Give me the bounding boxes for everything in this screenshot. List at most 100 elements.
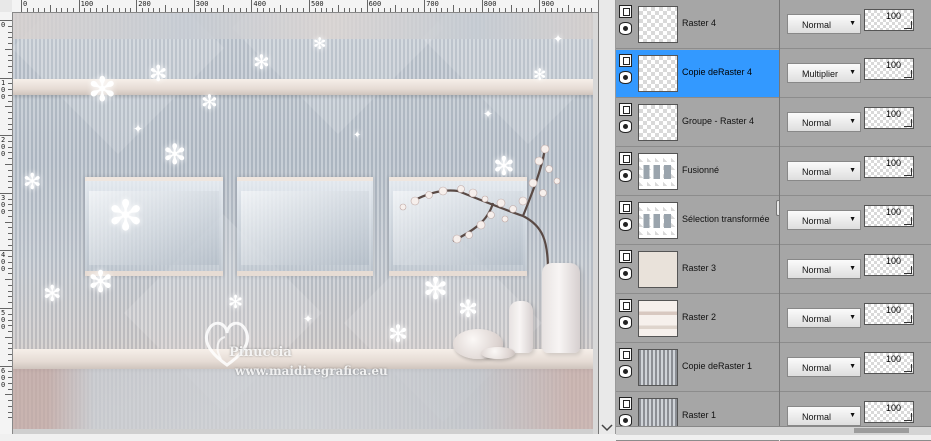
opacity-slider[interactable]: 100 [864, 303, 914, 325]
blend-mode-dropdown[interactable]: Normal ▼ [787, 161, 861, 181]
ruler-minor-tick [8, 187, 12, 189]
eye-icon[interactable] [619, 218, 632, 231]
blend-mode-dropdown[interactable]: Normal ▼ [787, 357, 861, 377]
chevron-down-icon: ▼ [849, 167, 856, 174]
eye-icon[interactable] [619, 71, 632, 84]
layer-row[interactable]: Fusionné [616, 148, 779, 196]
ruler-minor-tick [67, 8, 69, 12]
blend-mode-dropdown[interactable]: Normal ▼ [787, 210, 861, 230]
canvas-image[interactable]: ✻ ✻ ✻ ✻ ✻ ✻ ✻ ✻ ✻ ✻ ✻ ✻ ✻ ✻ ✻ ✻ ✦ ✦ ✦ ✦ … [13, 13, 593, 431]
opacity-slider[interactable]: 100 [864, 352, 914, 374]
layer-name: Raster 3 [682, 263, 717, 273]
ruler-minor-tick [8, 382, 12, 384]
ruler-minor-tick [8, 284, 12, 286]
ruler-label: 400 [253, 0, 267, 8]
ruler-minor-tick [8, 227, 12, 229]
blend-mode-dropdown[interactable]: Normal ▼ [787, 14, 861, 34]
ruler-label: 600 [368, 0, 382, 8]
eye-icon[interactable] [619, 365, 632, 378]
layer-thumbnail [638, 55, 678, 92]
ruler-minor-tick [591, 8, 593, 12]
resize-corner-icon [904, 315, 912, 323]
canvas-horizontal-scrollbar[interactable] [13, 429, 593, 434]
eye-icon[interactable] [619, 22, 632, 35]
opacity-slider[interactable]: 100 [864, 107, 914, 129]
ruler-minor-tick [8, 354, 12, 356]
ruler-minor-tick [453, 5, 454, 12]
ruler-minor-tick [8, 405, 12, 407]
resize-corner-icon [904, 413, 912, 421]
blend-mode-dropdown[interactable]: Normal ▼ [787, 112, 861, 132]
raster-layer-icon [619, 397, 632, 410]
raster-layer-icon [619, 250, 632, 263]
sparkle-icon: ✻ [108, 192, 144, 239]
ruler-minor-tick [8, 60, 12, 62]
layer-row[interactable]: Raster 3 [616, 246, 779, 294]
sparkle-icon: ✻ [23, 169, 42, 194]
ruler-minor-tick [464, 8, 466, 12]
ruler-minor-tick [8, 411, 12, 413]
layer-row[interactable]: Copie deRaster 4 [616, 50, 779, 98]
sparkle-icon: ✦ [483, 107, 494, 121]
ruler-minor-tick [8, 238, 12, 240]
opacity-slider[interactable]: 100 [864, 156, 914, 178]
ruler-tick [539, 0, 541, 12]
opacity-slider[interactable]: 100 [864, 254, 914, 276]
sparkle-icon: ✻ [88, 71, 117, 109]
chevron-down-icon: ▼ [849, 20, 856, 27]
ruler-minor-tick [8, 342, 12, 344]
ruler-tick [251, 0, 253, 12]
ruler-minor-tick [124, 8, 126, 12]
ruler-minor-tick [8, 377, 12, 379]
opacity-slider[interactable]: 100 [864, 58, 914, 80]
eye-icon[interactable] [619, 169, 632, 182]
ruler-minor-tick [8, 43, 12, 45]
ruler-label: 0 [23, 0, 28, 8]
layer-properties-row: Normal ▼ 100 [780, 148, 931, 196]
eye-icon[interactable] [619, 120, 632, 133]
eye-icon[interactable] [619, 316, 632, 329]
blend-mode-dropdown[interactable]: Multiplier ▼ [787, 63, 861, 83]
ruler-minor-tick [38, 8, 40, 12]
opacity-slider[interactable]: 100 [864, 205, 914, 227]
canvas-area[interactable]: 0 100 200 300 400 500 600 700 800 900 0 100 200 300 4… [0, 0, 598, 434]
resize-corner-icon [904, 70, 912, 78]
chevron-down-icon: ▼ [849, 118, 856, 125]
ruler-minor-tick [8, 210, 12, 212]
ruler-minor-tick [8, 215, 12, 217]
resize-corner-icon [904, 168, 912, 176]
watermark-name: Pinuccia [229, 345, 292, 360]
opacity-slider[interactable]: 100 [864, 401, 914, 423]
ruler-minor-tick [101, 8, 103, 12]
layer-row[interactable]: Raster 4 [616, 1, 779, 49]
ruler-minor-tick [245, 8, 247, 12]
ruler-minor-tick [499, 8, 501, 12]
layer-row[interactable]: Copie deRaster 1 [616, 344, 779, 392]
sparkle-icon: ✻ [201, 92, 218, 114]
blend-mode-dropdown[interactable]: Normal ▼ [787, 259, 861, 279]
chevron-down-icon: ▼ [849, 412, 856, 419]
layer-properties-row: Normal ▼ 100 [780, 99, 931, 147]
ruler-minor-tick [8, 302, 12, 304]
ruler-minor-tick [349, 8, 351, 12]
top-band [13, 13, 593, 39]
ruler-minor-tick [234, 8, 236, 12]
sparkle-icon: ✻ [228, 292, 244, 312]
ruler-minor-tick [5, 48, 12, 50]
ruler-tick [193, 0, 195, 12]
layer-icons [619, 152, 633, 192]
blend-mode-dropdown[interactable]: Normal ▼ [787, 406, 861, 426]
layer-icons [619, 5, 633, 45]
ruler-minor-tick [274, 8, 276, 12]
eye-icon[interactable] [619, 267, 632, 280]
raster-layer-icon [619, 54, 632, 67]
chevron-down-icon[interactable] [601, 424, 613, 432]
opacity-slider[interactable]: 100 [864, 9, 914, 31]
ruler-minor-tick [441, 8, 443, 12]
blend-mode-dropdown[interactable]: Normal ▼ [787, 308, 861, 328]
layer-row[interactable]: Sélection transformée [616, 197, 779, 245]
scrollbar-thumb[interactable] [854, 428, 909, 433]
layer-row[interactable]: Groupe - Raster 4 [616, 99, 779, 147]
layer-row[interactable]: Raster 2 [616, 295, 779, 343]
ruler-minor-tick [585, 8, 587, 12]
